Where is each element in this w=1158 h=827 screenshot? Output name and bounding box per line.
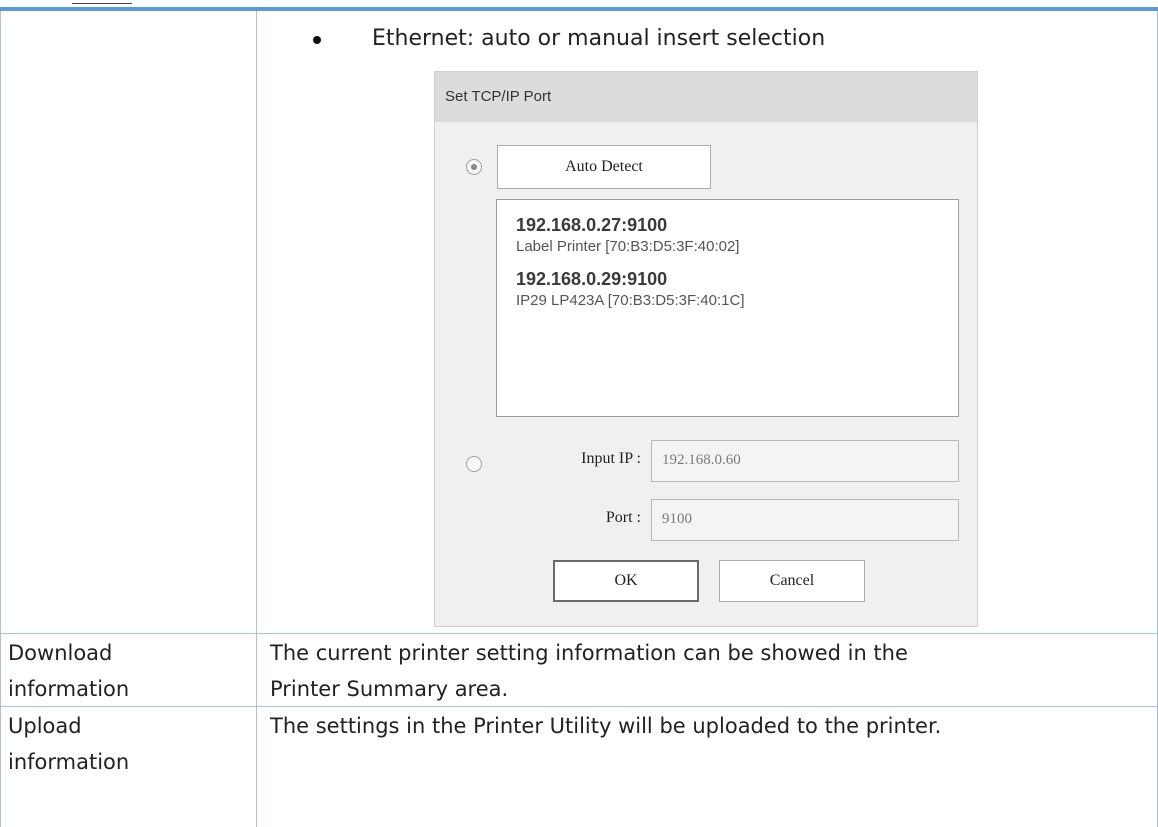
row-desc-line: The settings in the Printer Utility will… <box>270 714 942 738</box>
row-name-upload: Upload information <box>8 708 129 780</box>
auto-detect-button[interactable]: Auto Detect <box>497 145 711 189</box>
header-rule <box>0 7 1158 11</box>
table-column-divider <box>256 11 257 827</box>
row-name-download: Download information <box>8 635 129 707</box>
row-desc-line: The current printer setting information … <box>270 641 908 665</box>
bullet-icon <box>313 36 321 44</box>
set-tcpip-port-dialog: Set TCP/IP Port Auto Detect 192.168.0.27… <box>434 71 978 627</box>
auto-detect-radio[interactable] <box>466 159 482 175</box>
list-item[interactable]: 192.168.0.29:9100 IP29 LP423A [70:B3:D5:… <box>516 268 745 312</box>
row-name-line: information <box>8 677 130 701</box>
row-name-line: Download <box>8 641 113 665</box>
port-label: Port : <box>605 509 641 526</box>
input-ip-field[interactable]: 192.168.0.60 <box>651 440 959 482</box>
port-field[interactable]: 9100 <box>651 499 959 541</box>
printer-ip: 192.168.0.29:9100 <box>516 269 668 289</box>
table-row-divider <box>0 633 1158 634</box>
cancel-button[interactable]: Cancel <box>719 560 865 602</box>
detected-printers-list[interactable]: 192.168.0.27:9100 Label Printer [70:B3:D… <box>496 199 959 417</box>
row-name-line: information <box>8 750 130 774</box>
row-desc-download: The current printer setting information … <box>270 635 908 707</box>
row-desc-line: Printer Summary area. <box>270 677 509 701</box>
table-left-border <box>0 11 1 827</box>
printer-device: IP29 LP423A [70:B3:D5:3F:40:1C] <box>516 292 745 309</box>
header-tab-underline <box>72 0 132 4</box>
ok-button[interactable]: OK <box>553 560 699 602</box>
row-name-line: Upload <box>8 714 82 738</box>
list-item[interactable]: 192.168.0.27:9100 Label Printer [70:B3:D… <box>516 214 739 258</box>
printer-ip: 192.168.0.27:9100 <box>516 215 668 235</box>
dialog-title: Set TCP/IP Port <box>435 72 977 122</box>
bullet-item-text: Ethernet: auto or manual insert selectio… <box>372 26 826 51</box>
input-ip-label: Input IP : <box>581 450 641 467</box>
row-desc-upload: The settings in the Printer Utility will… <box>270 708 941 744</box>
input-ip-radio[interactable] <box>466 456 482 472</box>
printer-device: Label Printer [70:B3:D5:3F:40:02] <box>516 238 740 255</box>
